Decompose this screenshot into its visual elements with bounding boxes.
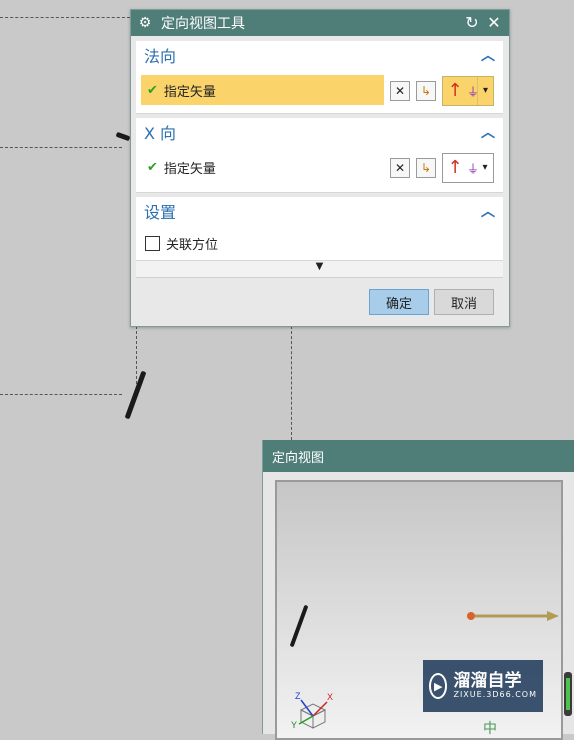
orient-view-preview: 定向视图 X Z Y ▶ 溜溜自学 ZIXUE.3D66.COM 中 xyxy=(262,440,574,740)
check-icon: ✔ xyxy=(147,159,158,175)
section-xdir: X 向 ︿ ✔ 指定矢量 ✕ ↳ ↑ ⏚ ▾ xyxy=(136,118,503,193)
cancel-button[interactable]: 取消 xyxy=(434,289,494,315)
construction-line-low xyxy=(0,394,122,395)
axis-y-label: Y xyxy=(291,720,297,730)
chevron-up-icon[interactable]: ︿ xyxy=(481,201,495,221)
associative-orientation-label: 关联方位 xyxy=(166,237,219,253)
chevron-up-icon[interactable]: ︿ xyxy=(481,122,495,142)
watermark-sub: ZIXUE.3D66.COM xyxy=(453,690,537,699)
section-normal-header[interactable]: 法向 ︿ xyxy=(136,41,503,69)
normal-vector-selector[interactable]: ↑ ⏚ ▾ xyxy=(442,76,494,106)
check-icon: ✔ xyxy=(147,82,158,98)
xdir-vector-row[interactable]: ✔ 指定矢量 xyxy=(141,152,384,182)
vector-dialog-icon[interactable]: ↳ xyxy=(416,158,436,178)
chevron-down-icon[interactable]: ▾ xyxy=(477,154,493,182)
axis-x-label: X xyxy=(327,692,333,702)
associative-orientation-row: 关联方位 xyxy=(136,228,218,258)
vector-arrow-graphic xyxy=(467,611,559,621)
watermark-logo: ▶ 溜溜自学 ZIXUE.3D66.COM xyxy=(423,660,543,712)
scrollbar-indicator[interactable] xyxy=(564,672,572,716)
axis-z-label: Z xyxy=(295,691,301,701)
watermark-partial-char: 中 xyxy=(483,721,497,737)
play-icon: ▶ xyxy=(429,673,448,699)
vector-dialog-icon[interactable]: ↳ xyxy=(416,81,436,101)
ground-symbol-icon: ⏚ xyxy=(467,84,480,99)
chevron-up-icon[interactable]: ︿ xyxy=(481,45,495,65)
scrollbar-thumb[interactable] xyxy=(566,678,570,710)
section-normal-title: 法向 xyxy=(144,47,177,66)
gear-icon[interactable]: ⚙ xyxy=(137,15,153,31)
normal-vector-label: 指定矢量 xyxy=(163,84,216,100)
section-settings-header[interactable]: 设置 ︿ xyxy=(136,197,503,225)
dialog-titlebar: ⚙ 定向视图工具 ↻ ✕ xyxy=(131,10,509,36)
preview-sketch-stroke xyxy=(289,604,309,648)
preview-viewport[interactable]: X Z Y ▶ 溜溜自学 ZIXUE.3D66.COM 中 xyxy=(275,480,563,740)
construction-line-mid xyxy=(0,147,122,148)
ok-button[interactable]: 确定 xyxy=(369,289,429,315)
reset-icon[interactable]: ↻ xyxy=(463,14,481,32)
ground-symbol-icon: ⏚ xyxy=(467,161,480,176)
watermark-main: 溜溜自学 xyxy=(453,671,522,691)
construction-line-v2 xyxy=(291,326,292,440)
more-options-expander[interactable]: ▼ xyxy=(136,261,503,278)
dialog-title: 定向视图工具 xyxy=(161,16,245,32)
section-settings-title: 设置 xyxy=(144,203,177,222)
reverse-direction-icon[interactable]: ✕ xyxy=(390,81,410,101)
associative-orientation-checkbox[interactable] xyxy=(145,235,160,251)
section-xdir-header[interactable]: X 向 ︿ xyxy=(136,118,503,146)
sketch-stroke-1 xyxy=(115,131,131,142)
section-settings: 设置 ︿ 关联方位 xyxy=(136,197,503,261)
close-icon[interactable]: ✕ xyxy=(485,14,503,32)
chevron-down-icon[interactable]: ▾ xyxy=(477,77,493,105)
xdir-vector-label: 指定矢量 xyxy=(163,161,216,177)
construction-line-top xyxy=(0,17,130,18)
normal-vector-row[interactable]: ✔ 指定矢量 xyxy=(141,75,384,105)
orient-view-tool-dialog: ⚙ 定向视图工具 ↻ ✕ 法向 ︿ ✔ 指定矢量 ✕ ↳ ↑ ⏚ ▾ X 向 ︿… xyxy=(130,9,510,327)
arrow-up-icon: ↑ xyxy=(447,157,463,178)
xdir-vector-selector[interactable]: ↑ ⏚ ▾ xyxy=(442,153,494,183)
reverse-direction-icon[interactable]: ✕ xyxy=(390,158,410,178)
arrow-up-icon: ↑ xyxy=(447,80,463,101)
preview-title: 定向视图 xyxy=(263,440,574,472)
section-xdir-title: X 向 xyxy=(144,124,177,143)
wcs-triad-icon: X Z Y xyxy=(291,691,333,730)
section-normal: 法向 ︿ ✔ 指定矢量 ✕ ↳ ↑ ⏚ ▾ xyxy=(136,41,503,114)
